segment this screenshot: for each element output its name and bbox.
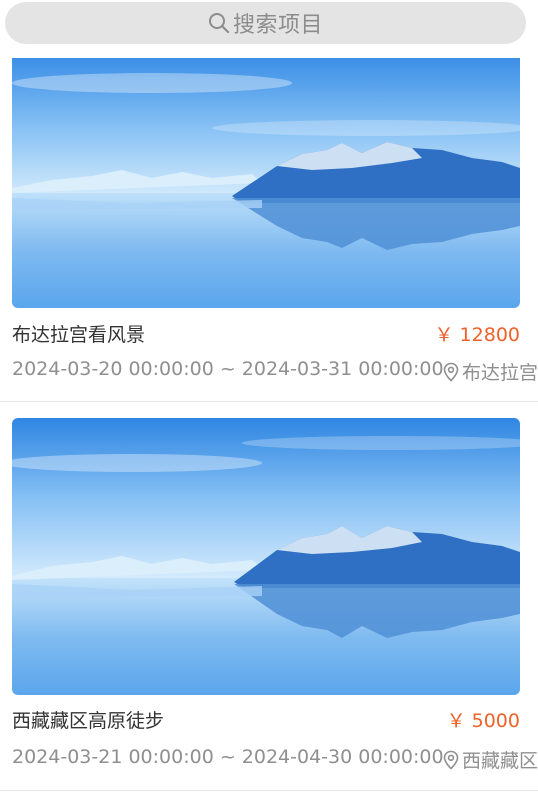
project-image[interactable] [12, 58, 520, 308]
search-input[interactable]: 搜索项目 [5, 2, 526, 44]
search-header: 搜索项目 [0, 0, 538, 48]
project-date-range: 2024-03-21 00:00:00 ~ 2024-04-30 00:00:0… [12, 746, 444, 768]
project-title[interactable]: 布达拉宫看风景 [12, 320, 145, 347]
project-price: ￥ 12800 [434, 324, 520, 346]
location-pin-icon [442, 750, 460, 770]
card-divider [0, 790, 538, 791]
project-location-label: 布达拉宫 [462, 362, 538, 384]
project-location[interactable]: 西藏藏区 [442, 746, 538, 773]
search-placeholder: 搜索项目 [232, 13, 323, 38]
project-price: ￥ 5000 [446, 710, 520, 732]
project-title[interactable]: 西藏藏区高原徒步 [12, 706, 164, 733]
project-image[interactable] [12, 418, 520, 695]
card-divider [0, 401, 538, 402]
project-list-page: 搜索项目 布达拉宫看风景 ￥ 12800 2024-03-20 00:00:00… [0, 0, 538, 799]
location-pin-icon [442, 362, 460, 382]
project-location-label: 西藏藏区 [462, 750, 538, 772]
project-location[interactable]: 布达拉宫 [442, 358, 538, 385]
search-icon [208, 12, 230, 34]
project-date-range: 2024-03-20 00:00:00 ~ 2024-03-31 00:00:0… [12, 358, 444, 380]
